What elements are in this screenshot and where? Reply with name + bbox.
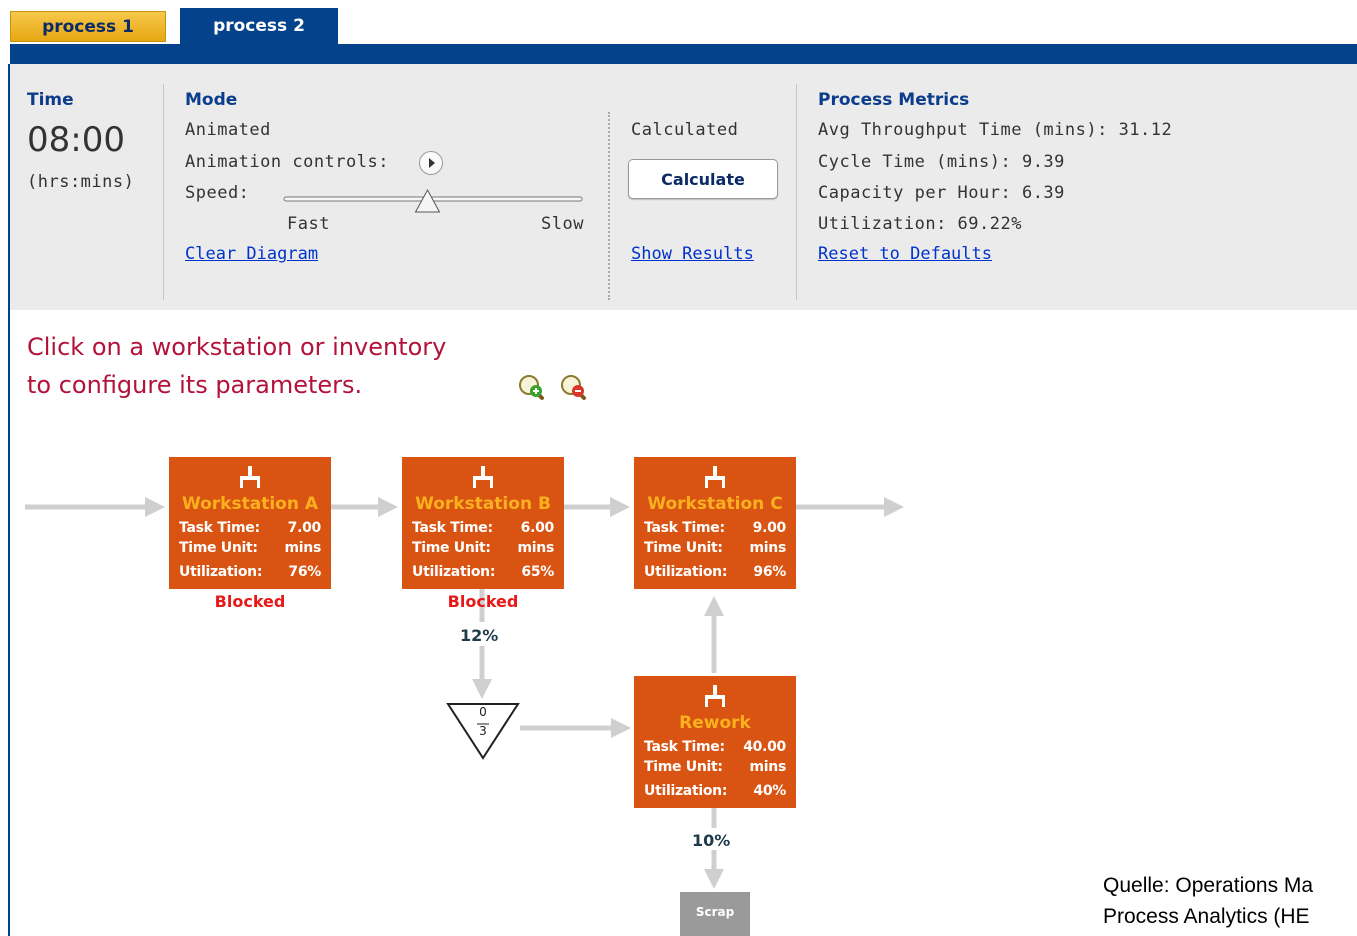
time-unit-value: mins (284, 540, 322, 556)
rework-percentage: 12% (460, 626, 499, 645)
workstation-a[interactable]: Workstation A Task Time: 7.00 Time Unit: m… (169, 457, 331, 589)
utilization-label: Utilization: (644, 783, 728, 799)
utilization-label: Utilization: (412, 564, 496, 580)
utilization-label: Utilization: (644, 564, 728, 580)
time-unit-value: mins (749, 540, 787, 556)
time-unit-value: mins (517, 540, 555, 556)
utilization-value: 65% (521, 564, 554, 580)
time-unit-label: Time Unit: (179, 540, 258, 556)
task-time-label: Task Time: (644, 739, 725, 755)
time-unit-label: Time Unit: (644, 540, 723, 556)
source-line-2: Process Analytics (HE (1103, 905, 1310, 928)
time-unit-label: Time Unit: (644, 759, 723, 775)
utilization-value: 96% (753, 564, 786, 580)
status-blocked: Blocked (214, 592, 286, 611)
task-time-value: 40.00 (743, 739, 786, 755)
utilization-label: Utilization: (179, 564, 263, 580)
source-line-1: Quelle: Operations Ma (1103, 874, 1314, 897)
task-time-value: 6.00 (520, 520, 555, 536)
inventory-buffer[interactable]: 0 3 (446, 702, 520, 760)
utilization-value: 76% (288, 564, 321, 580)
time-unit-value: mins (749, 759, 787, 775)
task-time-label: Task Time: (179, 520, 260, 536)
source-caption: Quelle: Operations Ma Process Analytics … (1103, 870, 1313, 932)
utilization-value: 40% (753, 783, 786, 799)
workstation-icon (473, 466, 493, 488)
workstation-title: Rework (679, 713, 751, 733)
workstation-icon (240, 466, 260, 488)
workstation-b[interactable]: Workstation B Task Time: 6.00 Time Unit: m… (402, 457, 564, 589)
time-unit-label: Time Unit: (412, 540, 491, 556)
workstation-rework[interactable]: Rework Task Time: 40.00 Time Unit: mins Ut… (634, 676, 796, 808)
workstation-icon (705, 685, 725, 707)
inventory-capacity: 3 (479, 724, 487, 738)
workstation-c[interactable]: Workstation C Task Time: 9.00 Time Unit: m… (634, 457, 796, 589)
workstation-title: Workstation A (181, 494, 319, 514)
status-blocked: Blocked (447, 592, 519, 611)
task-time-label: Task Time: (644, 520, 725, 536)
inventory-count: 0 (479, 705, 487, 719)
scrap-percentage: 10% (692, 831, 731, 850)
task-time-value: 7.00 (287, 520, 322, 536)
task-time-value: 9.00 (752, 520, 787, 536)
workstation-title: Workstation B (415, 494, 551, 514)
scrap-node[interactable]: Scrap (680, 892, 750, 936)
workstation-title: Workstation C (647, 494, 783, 514)
workstation-icon (705, 466, 725, 488)
task-time-label: Task Time: (412, 520, 493, 536)
